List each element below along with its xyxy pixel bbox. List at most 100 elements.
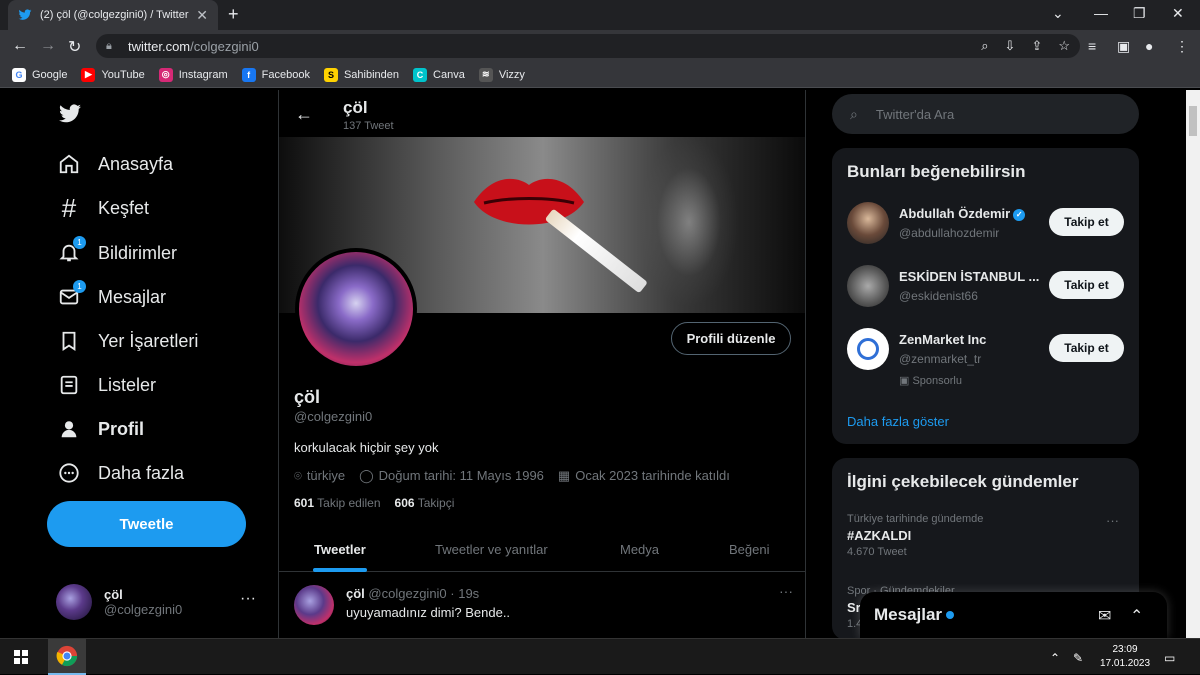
nav-label: Listeler xyxy=(98,374,157,395)
tweet-text: uyuyamadınız dimi? Bende.. xyxy=(346,605,511,620)
tweet-item[interactable]: çöl @colgezgini0 · 19s uyuyamadınız dimi… xyxy=(279,573,805,638)
new-tab-button[interactable]: + xyxy=(228,4,239,25)
taskbar-clock[interactable]: 23:09 17.01.2023 xyxy=(1100,643,1150,671)
profile-meta: ⌾ türkiye ◯ Doğum tarihi: 11 Mayıs 1996 ▦ O… xyxy=(294,468,730,484)
instagram-icon: ◎ xyxy=(158,67,173,82)
profile-handle: @colgezgini0 xyxy=(294,409,373,424)
following-link[interactable]: 601 Takip edilen xyxy=(294,496,381,510)
tab-tweets-replies[interactable]: Tweetler ve yanıtlar xyxy=(435,542,548,557)
back-icon[interactable]: ← xyxy=(12,37,28,55)
edit-profile-button[interactable]: Profili düzenle xyxy=(671,322,791,355)
location-item: ⌾ türkiye xyxy=(294,468,345,484)
forward-icon[interactable]: → xyxy=(40,37,56,55)
tab-media[interactable]: Medya xyxy=(620,542,659,557)
clock-date: 17.01.2023 xyxy=(1100,658,1151,669)
new-message-icon[interactable]: ✉ xyxy=(1098,606,1111,626)
tweet-more-icon[interactable]: ··· xyxy=(779,583,793,599)
nav-lists[interactable]: Listeler xyxy=(56,372,156,398)
zoom-icon[interactable]: ⌕ xyxy=(981,38,988,54)
suggestion-item[interactable]: Abdullah Özdemir ✓ @abdullahozdemir Takip… xyxy=(847,202,1127,246)
tab-likes[interactable]: Beğeni xyxy=(729,542,769,557)
menu-icon[interactable]: ⋮ xyxy=(1175,38,1189,55)
reload-icon[interactable]: ↻ xyxy=(68,37,81,57)
address-bar[interactable]: 🔒︎ twitter.com /colgezgini0 ⌕ ⇩ ⇪ ☆ xyxy=(96,34,1080,58)
media-icon[interactable]: ≡ xyxy=(1088,38,1096,54)
suggestion-item[interactable]: ZenMarket Inc @zenmarket_tr Takip et ▣ S… xyxy=(847,328,1127,387)
person-icon xyxy=(56,416,82,442)
nav-label: Bildirimler xyxy=(98,242,178,263)
windows-start-icon[interactable] xyxy=(14,650,28,664)
bookmark-label: Vizzy xyxy=(498,68,525,81)
tweet-button[interactable]: Tweetle xyxy=(47,501,246,547)
hashtag-icon: # xyxy=(61,192,77,223)
tab-title: (2) çöl (@colgezgini0) / Twitter xyxy=(40,9,189,21)
bell-icon: 1 xyxy=(56,236,86,266)
avatar xyxy=(847,202,889,244)
nav-notifications[interactable]: 1 Bildirimler xyxy=(56,236,178,266)
expand-up-icon[interactable]: ⌃ xyxy=(1130,606,1143,626)
nav-explore[interactable]: # Keşfet xyxy=(56,192,149,223)
tab-close-icon[interactable]: ✕ xyxy=(196,7,208,24)
tray-chevron-icon[interactable]: ⌃ xyxy=(1050,651,1060,665)
install-icon[interactable]: ⇩ xyxy=(1005,38,1016,54)
nav-bookmarks[interactable]: Yer İşaretleri xyxy=(56,328,198,354)
profile-icon[interactable]: ● xyxy=(1145,38,1153,54)
notification-center-icon[interactable]: ▭ xyxy=(1164,651,1175,665)
account-switcher[interactable]: çöl @colgezgini0 ··· xyxy=(56,582,266,622)
minimize-icon[interactable]: — xyxy=(1094,5,1108,21)
bookmarks-bar: G Google ▶ YouTube ◎ Instagram f Facebook S Sahib… xyxy=(0,62,1200,88)
profile-avatar[interactable] xyxy=(295,248,417,370)
twitter-favicon-icon xyxy=(18,9,32,20)
follow-button[interactable]: Takip et xyxy=(1049,271,1124,299)
twitter-logo-icon[interactable] xyxy=(56,102,84,126)
follow-button[interactable]: Takip et xyxy=(1049,208,1124,236)
trend-item[interactable]: Türkiye tarihinde gündemde #AZKALDI 4.67… xyxy=(847,513,1127,558)
bookmark-facebook[interactable]: f Facebook xyxy=(241,67,310,82)
account-handle: @colgezgini0 xyxy=(104,602,183,617)
side-panel-icon[interactable]: ▣ xyxy=(1117,38,1130,55)
follow-button[interactable]: Takip et xyxy=(1049,334,1124,362)
search-input[interactable]: ⌕ Twitter'da Ara xyxy=(832,94,1139,134)
back-arrow-icon[interactable]: ← xyxy=(295,104,313,125)
sponsored-text: Sponsorlu xyxy=(912,375,962,387)
bookmark-youtube[interactable]: ▶ YouTube xyxy=(81,67,145,82)
bookmark-sahibinden[interactable]: S Sahibinden xyxy=(323,67,400,82)
active-tab-indicator xyxy=(313,568,367,572)
scrollbar[interactable] xyxy=(1186,90,1200,638)
header-name: çöl xyxy=(343,98,368,117)
browser-tab[interactable]: (2) çöl (@colgezgini0) / Twitter ✕ xyxy=(8,0,218,30)
location-text: türkiye xyxy=(306,468,346,483)
chrome-taskbar-icon[interactable] xyxy=(48,639,86,675)
show-more-link[interactable]: Daha fazla göster xyxy=(847,414,949,429)
followers-link[interactable]: 606 Takipçi xyxy=(395,496,455,510)
profile-name: çöl xyxy=(294,387,321,407)
bookmark-instagram[interactable]: ◎ Instagram xyxy=(158,67,228,82)
nav-profile[interactable]: Profil xyxy=(56,416,144,442)
bookmark-canva[interactable]: C Canva xyxy=(413,67,465,82)
bookmark-vizzy[interactable]: ≋ Vizzy xyxy=(478,67,525,82)
more-icon[interactable]: ··· xyxy=(240,590,256,608)
messages-drawer[interactable]: Mesajlar ✉ ⌃ xyxy=(860,592,1167,638)
scrollbar-thumb[interactable] xyxy=(1189,106,1197,136)
bookmark-google[interactable]: G Google xyxy=(12,67,67,82)
close-window-icon[interactable]: ✕ xyxy=(1172,5,1184,22)
nav-home[interactable]: Anasayfa xyxy=(56,151,173,177)
suggestion-item[interactable]: ESKİDEN İSTANBUL ... @eskidenist66 Takip… xyxy=(847,265,1127,309)
promoted-icon: ▣ xyxy=(899,375,913,387)
trend-more-icon[interactable]: ··· xyxy=(1106,513,1119,528)
suggestion-handle: @eskidenist66 xyxy=(899,289,978,303)
restore-icon[interactable]: ❐ xyxy=(1133,5,1146,22)
url-path: /colgezgini0 xyxy=(190,38,259,54)
tab-tweets[interactable]: Tweetler xyxy=(314,542,366,557)
nav-more[interactable]: Daha fazla xyxy=(56,460,184,486)
location-icon: ⌾ xyxy=(294,468,302,483)
pen-icon[interactable]: ✎ xyxy=(1073,651,1083,665)
share-icon[interactable]: ⇪ xyxy=(1031,38,1042,54)
bookmark-label: Sahibinden xyxy=(343,68,400,81)
bookmark-label: Canva xyxy=(433,68,465,81)
windows-taskbar: ⌃ ✎ 23:09 17.01.2023 ▭ xyxy=(0,638,1200,675)
nav-messages[interactable]: 1 Mesajlar xyxy=(56,280,166,310)
tab-search-icon[interactable]: ⌄ xyxy=(1052,5,1064,22)
star-icon[interactable]: ☆ xyxy=(1058,38,1070,54)
who-to-follow-title: Bunları beğenebilirsin xyxy=(847,162,1026,181)
